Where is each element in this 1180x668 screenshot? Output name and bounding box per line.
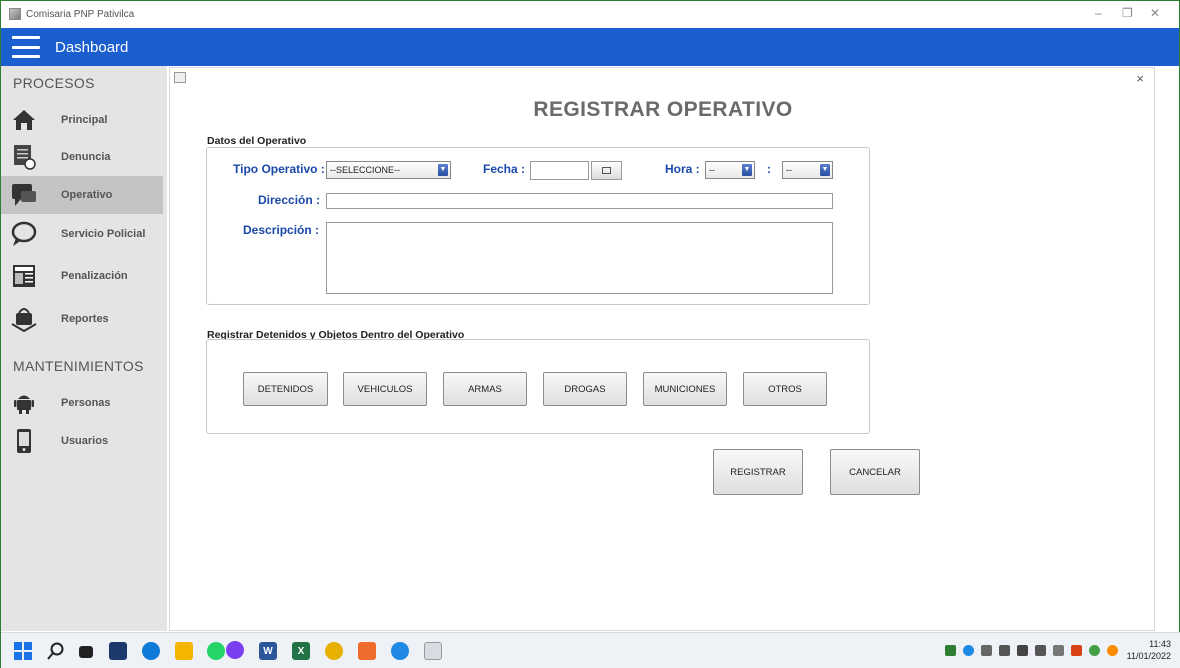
sidebar-item-denuncia[interactable]: Denuncia bbox=[1, 138, 163, 176]
sidebar-item-penalizacion[interactable]: Penalización bbox=[1, 257, 163, 295]
cancelar-button[interactable]: CANCELAR bbox=[830, 449, 920, 495]
android-icon bbox=[11, 390, 37, 416]
search-icon[interactable] bbox=[47, 642, 65, 660]
tipo-operativo-select[interactable]: --SELECCIONE-- ▼ bbox=[326, 161, 451, 179]
chat-icon bbox=[11, 182, 37, 208]
page-title: REGISTRAR OPERATIVO bbox=[533, 98, 793, 121]
sidebar-item-label: Operativo bbox=[61, 189, 113, 201]
minuto-select[interactable]: -- ▼ bbox=[782, 161, 833, 179]
detenidos-button[interactable]: DETENIDOS bbox=[243, 372, 328, 406]
tipo-operativo-label: Tipo Operativo : bbox=[233, 162, 325, 176]
widgets-icon[interactable] bbox=[109, 642, 127, 660]
minimize-button[interactable]: – bbox=[1095, 6, 1102, 20]
registrar-operativo-dialog: × REGISTRAR OPERATIVO Datos del Operativ… bbox=[169, 67, 1155, 631]
sidebar-item-label: Reportes bbox=[61, 313, 109, 325]
direccion-input[interactable] bbox=[326, 193, 833, 209]
hora-label: Hora : bbox=[665, 162, 700, 176]
network-icon[interactable] bbox=[999, 645, 1010, 656]
registrar-button[interactable]: REGISTRAR bbox=[713, 449, 803, 495]
vpn-app-icon[interactable] bbox=[391, 642, 409, 660]
battery-icon[interactable] bbox=[1017, 645, 1028, 656]
sidebar-item-operativo[interactable]: Operativo bbox=[1, 176, 163, 214]
descripcion-textarea[interactable] bbox=[326, 222, 833, 294]
sidebar-item-label: Servicio Policial bbox=[61, 228, 146, 240]
sidebar-item-label: Usuarios bbox=[61, 435, 109, 447]
chevron-down-icon: ▼ bbox=[438, 164, 448, 176]
windows-taskbar: W X 11:43 11/01/2022 bbox=[1, 632, 1180, 668]
calendar-icon bbox=[602, 167, 611, 174]
dashboard-title: Dashboard bbox=[55, 38, 129, 56]
file-explorer-icon[interactable] bbox=[175, 642, 193, 660]
window-title: Comisaria PNP Pativilca bbox=[26, 8, 135, 20]
xampp-tray-icon[interactable] bbox=[1071, 645, 1082, 656]
task-view-icon[interactable] bbox=[79, 646, 93, 658]
sidebar-item-label: Principal bbox=[61, 114, 108, 126]
municiones-button[interactable]: MUNICIONES bbox=[643, 372, 727, 406]
phone-icon bbox=[11, 428, 37, 454]
clock-date: 11/01/2022 bbox=[1126, 651, 1171, 661]
cloud-drive-icon[interactable] bbox=[963, 645, 974, 656]
calendar-button[interactable] bbox=[591, 161, 622, 180]
sidebar-item-usuarios[interactable]: Usuarios bbox=[1, 422, 163, 460]
drogas-button[interactable]: DROGAS bbox=[543, 372, 627, 406]
section-procesos: PROCESOS bbox=[13, 75, 95, 91]
title-bar: Comisaria PNP Pativilca – ❐ ✕ bbox=[1, 1, 1179, 27]
speech-bubble-icon bbox=[11, 221, 37, 247]
document-icon bbox=[11, 144, 37, 170]
tray-app-icon[interactable] bbox=[945, 645, 956, 656]
xampp-icon[interactable] bbox=[358, 642, 376, 660]
excel-icon[interactable]: X bbox=[292, 642, 310, 660]
chrome-tray-icon[interactable] bbox=[1089, 645, 1100, 656]
sidebar-item-reportes[interactable]: Reportes bbox=[1, 300, 163, 338]
java-app-taskbar-icon[interactable] bbox=[424, 642, 442, 660]
minuto-value: -- bbox=[786, 165, 792, 175]
dialog-app-icon bbox=[174, 72, 186, 83]
java-app-icon bbox=[9, 8, 21, 20]
hora-separator: : bbox=[767, 162, 771, 176]
newspaper-icon bbox=[11, 263, 37, 289]
chevron-down-icon: ▼ bbox=[742, 164, 752, 176]
sidebar: PROCESOS Principal Denuncia Operativo Se… bbox=[1, 66, 167, 631]
sidebar-item-label: Denuncia bbox=[61, 151, 111, 163]
fecha-input[interactable] bbox=[530, 161, 589, 180]
group-title-datos: Datos del Operativo bbox=[207, 135, 307, 147]
word-icon[interactable]: W bbox=[259, 642, 277, 660]
sidebar-item-servicio-policial[interactable]: Servicio Policial bbox=[1, 215, 163, 253]
system-clock[interactable]: 11:43 11/01/2022 bbox=[1127, 638, 1171, 662]
bag-icon bbox=[11, 306, 37, 332]
dashboard-header: Dashboard bbox=[1, 28, 1179, 66]
sidebar-item-principal[interactable]: Principal bbox=[1, 101, 163, 139]
hora-value: -- bbox=[709, 165, 715, 175]
sidebar-item-personas[interactable]: Personas bbox=[1, 384, 163, 422]
sidebar-item-label: Penalización bbox=[61, 270, 128, 282]
otros-button[interactable]: OTROS bbox=[743, 372, 827, 406]
sidebar-item-label: Personas bbox=[61, 397, 111, 409]
home-icon bbox=[11, 107, 37, 133]
edge-browser-icon[interactable] bbox=[142, 642, 160, 660]
notification-icon[interactable] bbox=[1107, 645, 1118, 656]
hamburger-menu-icon[interactable] bbox=[12, 36, 40, 58]
dialog-close-button[interactable]: × bbox=[1136, 71, 1144, 86]
descripcion-label: Descripción : bbox=[243, 223, 320, 237]
bluetooth-icon[interactable] bbox=[1035, 645, 1046, 656]
volume-icon[interactable] bbox=[981, 645, 992, 656]
hora-select[interactable]: -- ▼ bbox=[705, 161, 755, 179]
section-mantenimientos: MANTENIMIENTOS bbox=[13, 358, 144, 374]
windows-start-icon[interactable] bbox=[14, 642, 32, 660]
chrome-icon[interactable] bbox=[325, 642, 343, 660]
app-window: Comisaria PNP Pativilca – ❐ ✕ Dashboard … bbox=[0, 0, 1180, 668]
tipo-operativo-value: --SELECCIONE-- bbox=[330, 165, 401, 175]
language-icon[interactable] bbox=[1053, 645, 1064, 656]
direccion-label: Dirección : bbox=[258, 193, 321, 207]
restore-button[interactable]: ❐ bbox=[1122, 6, 1133, 20]
close-window-button[interactable]: ✕ bbox=[1150, 6, 1160, 20]
clock-time: 11:43 bbox=[1149, 639, 1171, 649]
armas-button[interactable]: ARMAS bbox=[443, 372, 527, 406]
chevron-down-icon: ▼ bbox=[820, 164, 830, 176]
fecha-label: Fecha : bbox=[483, 162, 526, 176]
whatsapp-icon[interactable] bbox=[207, 642, 225, 660]
vehiculos-button[interactable]: VEHICULOS bbox=[343, 372, 427, 406]
messenger-icon[interactable] bbox=[226, 641, 244, 659]
